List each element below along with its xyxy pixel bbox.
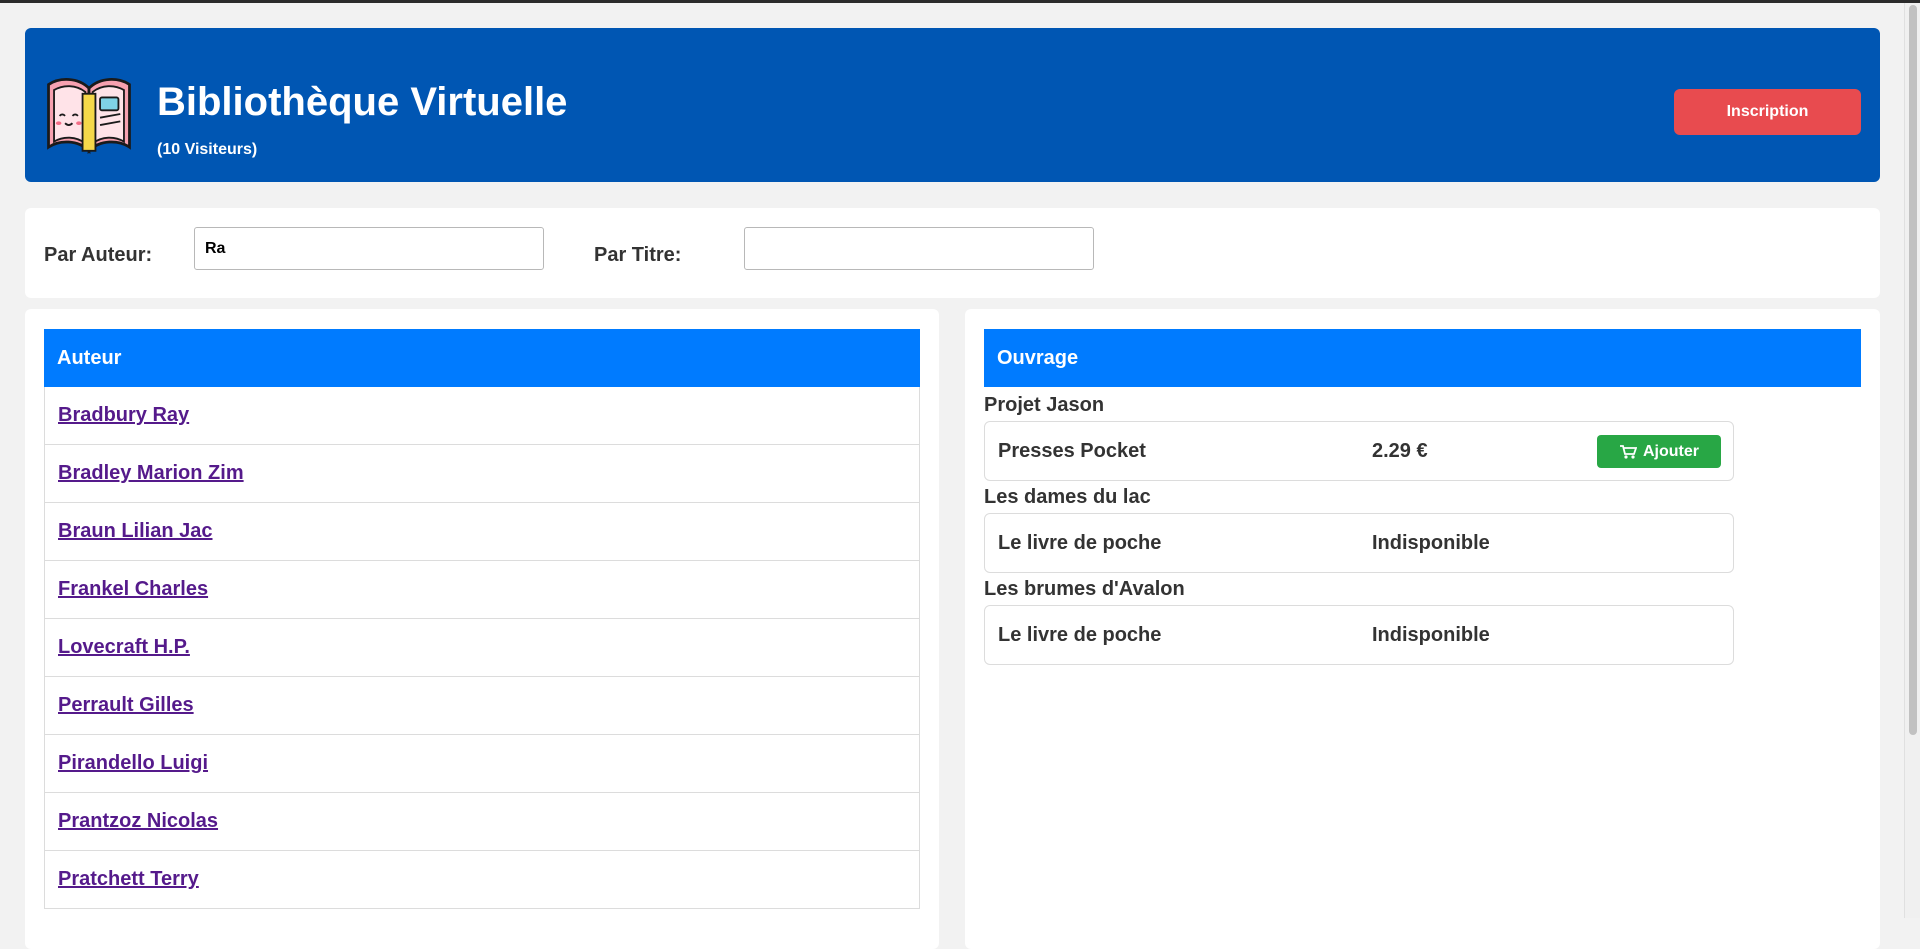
work-title: Les brumes d'Avalon	[984, 578, 1185, 600]
work-title: Les dames du lac	[984, 486, 1151, 508]
edition-status: Indisponible	[1372, 532, 1490, 554]
edition-card: Le livre de poche Indisponible	[984, 513, 1734, 573]
author-link[interactable]: Pratchett Terry	[58, 868, 199, 891]
works-list: Projet Jason Presses Pocket 2.29 € Ajout…	[984, 393, 1734, 669]
search-filters: Par Auteur: Par Titre:	[25, 208, 1880, 298]
edition-status: Indisponible	[1372, 624, 1490, 646]
works-table-header: Ouvrage	[984, 329, 1861, 387]
page-scrollbar[interactable]	[1904, 3, 1920, 918]
work-title: Projet Jason	[984, 394, 1105, 416]
authors-table-header: Auteur	[44, 329, 920, 387]
edition-publisher: Le livre de poche	[998, 532, 1162, 554]
author-row: Frankel Charles	[44, 561, 920, 619]
signup-button[interactable]: Inscription	[1674, 89, 1861, 135]
author-row: Bradley Marion Zim	[44, 445, 920, 503]
title-filter-input[interactable]	[744, 227, 1094, 270]
edition-publisher: Presses Pocket	[998, 440, 1146, 462]
authors-panel: Auteur Bradbury Ray Bradley Marion Zim B…	[25, 309, 939, 949]
cart-icon	[1620, 444, 1637, 459]
author-link[interactable]: Bradbury Ray	[58, 404, 189, 427]
visitor-count: (10 Visiteurs)	[157, 141, 258, 158]
site-header: Bibliothèque Virtuelle (10 Visiteurs) In…	[25, 28, 1880, 182]
author-link[interactable]: Perrault Gilles	[58, 694, 194, 717]
author-row: Lovecraft H.P.	[44, 619, 920, 677]
author-link[interactable]: Bradley Marion Zim	[58, 462, 244, 485]
author-filter-label: Par Auteur:	[44, 244, 153, 266]
author-filter-input[interactable]	[194, 227, 544, 270]
site-title: Bibliothèque Virtuelle	[157, 80, 568, 124]
author-link[interactable]: Prantzoz Nicolas	[58, 810, 218, 833]
author-row: Braun Lilian Jac	[44, 503, 920, 561]
window-top-border	[0, 0, 1920, 3]
works-panel: Ouvrage Projet Jason Presses Pocket 2.29…	[965, 309, 1880, 949]
author-row: Perrault Gilles	[44, 677, 920, 735]
edition-price: 2.29 €	[1372, 440, 1428, 462]
author-link[interactable]: Lovecraft H.P.	[58, 636, 190, 659]
author-row: Pirandello Luigi	[44, 735, 920, 793]
open-book-icon	[47, 78, 131, 155]
author-link[interactable]: Pirandello Luigi	[58, 752, 208, 775]
edition-card: Le livre de poche Indisponible	[984, 605, 1734, 665]
add-to-cart-button[interactable]: Ajouter	[1597, 435, 1721, 468]
title-filter-label: Par Titre:	[594, 244, 682, 266]
edition-publisher: Le livre de poche	[998, 624, 1162, 646]
author-row: Bradbury Ray	[44, 387, 920, 445]
authors-list: Bradbury Ray Bradley Marion Zim Braun Li…	[44, 387, 920, 909]
edition-card: Presses Pocket 2.29 € Ajouter	[984, 421, 1734, 481]
add-to-cart-label: Ajouter	[1643, 442, 1699, 460]
author-row: Prantzoz Nicolas	[44, 793, 920, 851]
author-link[interactable]: Braun Lilian Jac	[58, 520, 213, 543]
author-link[interactable]: Frankel Charles	[58, 578, 208, 601]
author-row: Pratchett Terry	[44, 851, 920, 909]
page: Bibliothèque Virtuelle (10 Visiteurs) In…	[25, 28, 1880, 949]
scrollbar-thumb[interactable]	[1909, 5, 1917, 735]
